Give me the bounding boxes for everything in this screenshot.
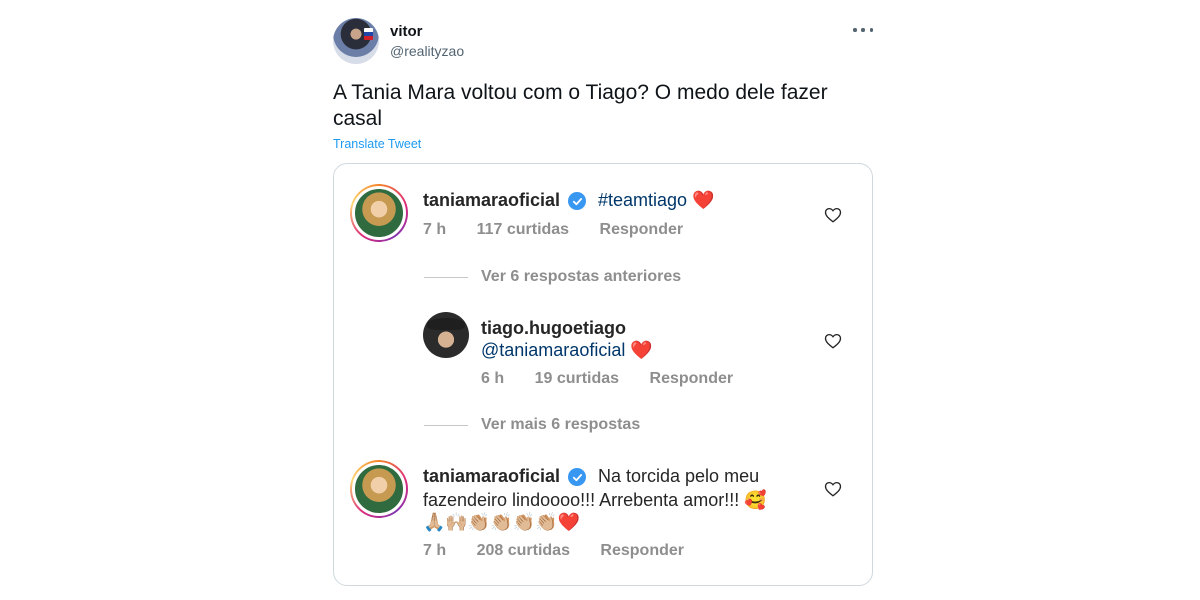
comment-text-line1: Na torcida pelo meu <box>598 466 760 486</box>
comment-text: #teamtiago ❤️ <box>598 188 715 212</box>
reply-button[interactable]: Responder <box>650 370 734 387</box>
comment-username[interactable]: taniamaraoficial <box>423 466 560 487</box>
comment-avatar[interactable] <box>350 460 408 518</box>
comment-meta: 7 h 208 curtidas Responder <box>423 542 710 560</box>
comment-time: 7 h <box>423 542 447 559</box>
comment-likes[interactable]: 117 curtidas <box>477 221 570 238</box>
view-more-replies[interactable]: Ver mais 6 respostas <box>424 416 640 434</box>
translate-tweet-link[interactable]: Translate Tweet <box>333 137 421 151</box>
reply-likes[interactable]: 19 curtidas <box>535 370 619 387</box>
author-name[interactable]: vitor <box>390 23 423 40</box>
heart-icon[interactable] <box>824 332 842 350</box>
comment-avatar[interactable] <box>350 184 408 242</box>
hashtag[interactable]: #teamtiago <box>598 190 687 210</box>
reply-avatar[interactable] <box>423 312 469 358</box>
tweet-header: vitor @realityzao <box>333 16 873 66</box>
heart-icon[interactable] <box>824 480 842 498</box>
comment-username[interactable]: taniamaraoficial <box>423 190 560 211</box>
reply-meta: 6 h 19 curtidas Responder <box>481 370 759 388</box>
reply-time: 6 h <box>481 370 505 387</box>
view-previous-replies-label: Ver 6 respostas anteriores <box>481 268 682 285</box>
comment-time: 7 h <box>423 221 447 238</box>
divider-line <box>424 424 468 426</box>
reply-text: @taniamaraoficial ❤️ <box>481 338 653 362</box>
heart-emoji: ❤️ <box>692 190 715 210</box>
divider-line <box>424 276 468 278</box>
comment-likes[interactable]: 208 curtidas <box>477 542 570 559</box>
view-previous-replies[interactable]: Ver 6 respostas anteriores <box>424 268 681 286</box>
tweet-text: A Tania Mara voltou com o Tiago? O medo … <box>333 81 828 130</box>
emoji-row: 🙏🏼🙌🏼👏🏼👏🏼👏🏼👏🏼❤️ <box>423 512 580 532</box>
author-avatar[interactable] <box>333 18 379 64</box>
verified-badge-icon <box>568 468 586 486</box>
more-icon[interactable] <box>853 22 873 38</box>
heart-icon[interactable] <box>824 206 842 224</box>
reply-button[interactable]: Responder <box>600 542 684 559</box>
verified-badge-icon <box>568 192 586 210</box>
reply-username[interactable]: tiago.hugoetiago <box>481 318 626 339</box>
author-handle[interactable]: @realityzao <box>390 43 464 59</box>
mention-link[interactable]: @taniamaraoficial <box>481 340 625 360</box>
reply-button[interactable]: Responder <box>600 221 684 238</box>
comment-text-line2: fazendeiro lindoooo!!! Arrebenta amor!!!… <box>423 490 767 510</box>
comment-meta: 7 h 117 curtidas Responder <box>423 221 709 239</box>
view-more-replies-label: Ver mais 6 respostas <box>481 416 641 433</box>
flag-icon <box>364 28 373 40</box>
heart-emoji: ❤️ <box>630 340 653 360</box>
embedded-image[interactable]: taniamaraoficial #teamtiago ❤️ 7 h 117 c… <box>333 163 873 586</box>
